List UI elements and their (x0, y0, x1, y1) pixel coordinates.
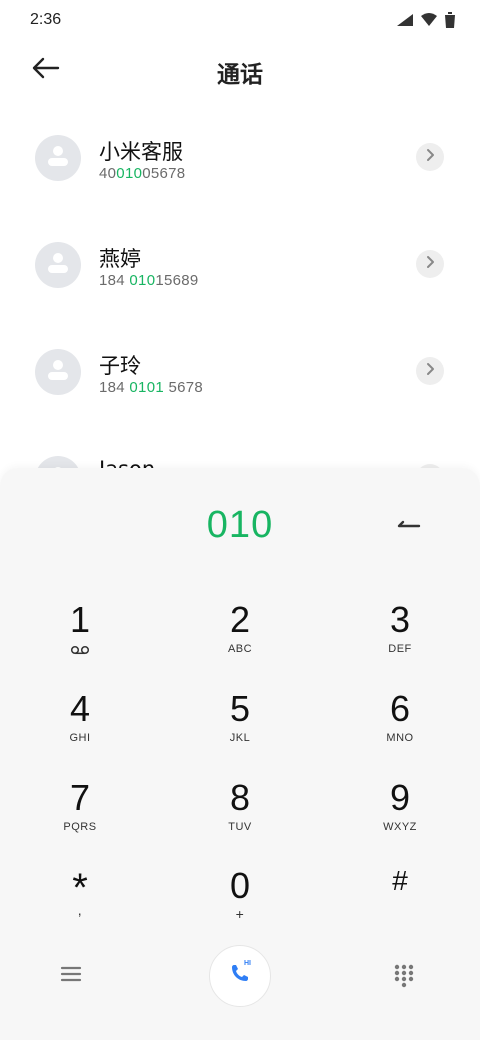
key-letters: JKL (229, 732, 251, 744)
key-digit: 2 (229, 599, 251, 640)
key-letters: GHI (69, 732, 91, 744)
contact-number: 184 01015689 (99, 272, 199, 289)
key-digit: # (392, 865, 408, 896)
key-letters: , (77, 902, 83, 918)
key-letters: ABC (227, 643, 253, 655)
contact-detail-button[interactable] (416, 250, 444, 278)
person-icon (45, 250, 71, 281)
number-match: 010 (129, 272, 156, 289)
key-digit: 8 (229, 777, 251, 818)
menu-icon (60, 966, 82, 988)
number-match: 010 (116, 165, 143, 182)
key-letters: WXYZ (383, 821, 417, 833)
dialpad-toggle-button[interactable] (394, 964, 420, 990)
contact-number: 4001005678 (99, 165, 185, 182)
key-letters: TUV (228, 821, 252, 833)
dialer-bottom-bar: HI (0, 942, 480, 1012)
call-button[interactable]: HI (209, 945, 271, 1007)
key-3[interactable]: 3 DEF (340, 600, 460, 676)
key-digit: 3 (389, 599, 411, 640)
backspace-icon (397, 519, 421, 538)
contact-number: 184 0101 5678 (99, 379, 203, 396)
wifi-icon (420, 13, 438, 32)
contact-item[interactable]: 子玲 184 0101 5678 (0, 320, 480, 427)
avatar (35, 135, 81, 181)
avatar (35, 349, 81, 395)
key-digit: 6 (389, 688, 411, 729)
number-suffix: 05678 (142, 165, 186, 182)
contact-name: 小米客服 (99, 140, 183, 164)
contact-detail-button[interactable] (416, 357, 444, 385)
key-digit: 9 (389, 777, 411, 818)
key-letters: MNO (386, 732, 414, 744)
contact-name: 子玲 (99, 354, 141, 378)
key-1[interactable]: 1 (20, 600, 140, 676)
key-star[interactable]: * , (20, 866, 140, 942)
number-suffix: 5678 (163, 379, 204, 396)
contact-item[interactable]: 小米客服 4001005678 (0, 106, 480, 213)
key-8[interactable]: 8 TUV (180, 778, 300, 854)
key-digit: 1 (69, 599, 91, 640)
delete-button[interactable] (394, 516, 424, 540)
status-icons (396, 12, 456, 33)
status-time: 2:36 (30, 11, 62, 28)
key-letters: DEF (388, 643, 412, 655)
key-9[interactable]: 9 WXYZ (340, 778, 460, 854)
key-0[interactable]: 0 + (180, 866, 300, 942)
key-5[interactable]: 5 JKL (180, 689, 300, 765)
key-2[interactable]: 2 ABC (180, 600, 300, 676)
person-icon (45, 143, 71, 174)
call-badge: HI (244, 960, 251, 967)
app-bar: 通话 (0, 40, 480, 100)
status-bar: 2:36 (0, 0, 480, 40)
chevron-right-icon (424, 362, 436, 381)
number-suffix: 15689 (155, 272, 199, 289)
battery-icon (444, 12, 456, 33)
key-digit: 5 (229, 688, 251, 729)
page-title: 通话 (217, 62, 263, 88)
signal-icon (396, 13, 414, 32)
contact-name: 燕婷 (99, 247, 141, 271)
person-icon (45, 357, 71, 388)
voicemail-icon (20, 642, 140, 656)
dialpad-grid-icon (394, 964, 414, 994)
number-match: 0101 (129, 379, 164, 396)
key-digit: 7 (69, 777, 91, 818)
contact-detail-button[interactable] (416, 143, 444, 171)
chevron-right-icon (424, 255, 436, 274)
key-digit: 0 (229, 865, 251, 906)
key-7[interactable]: 7 PQRS (20, 778, 140, 854)
number-prefix: 184 (99, 379, 130, 396)
key-letters: + (235, 906, 245, 922)
number-prefix: 184 (99, 272, 130, 289)
avatar (35, 242, 81, 288)
menu-button[interactable] (60, 964, 88, 990)
dialpad-panel: 010 1 2 ABC 3 DEF 4 GHI 5 JKL 6 MNO 7 PQ… (0, 468, 480, 1040)
number-prefix: 40 (99, 165, 117, 182)
key-4[interactable]: 4 GHI (20, 689, 140, 765)
chevron-right-icon (424, 148, 436, 167)
key-hash[interactable]: # (340, 866, 460, 942)
key-letters: PQRS (63, 821, 97, 833)
contact-item[interactable]: 燕婷 184 01015689 (0, 213, 480, 320)
key-digit: 4 (69, 688, 91, 729)
key-6[interactable]: 6 MNO (340, 689, 460, 765)
